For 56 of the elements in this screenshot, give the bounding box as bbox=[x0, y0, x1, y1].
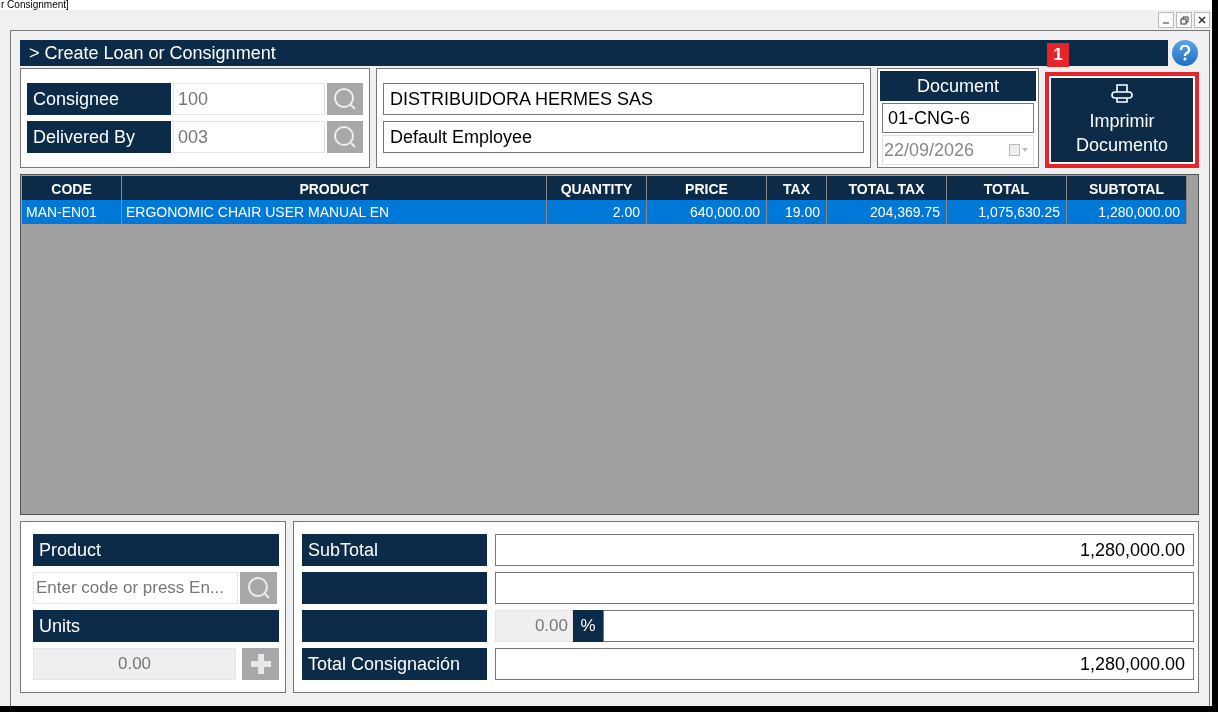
document-number-field[interactable]: 01-CNG-6 bbox=[881, 103, 1034, 134]
add-button[interactable] bbox=[242, 648, 279, 680]
units-label: Units bbox=[33, 610, 279, 642]
annotation-badge: 1 bbox=[1047, 43, 1069, 67]
minimize-button[interactable] bbox=[1158, 12, 1174, 28]
search-icon bbox=[245, 575, 272, 601]
amount-field[interactable]: 1,280,000.00 bbox=[495, 648, 1194, 680]
table-cell: ERGONOMIC CHAIR USER MANUAL EN bbox=[122, 200, 547, 224]
close-button[interactable] bbox=[1194, 12, 1210, 28]
column-header[interactable]: PRICE bbox=[647, 176, 767, 202]
total-label: Total Consignación bbox=[302, 648, 487, 680]
search-button[interactable] bbox=[240, 572, 277, 604]
product-label: Product bbox=[33, 534, 279, 566]
column-header[interactable]: TOTAL bbox=[947, 176, 1067, 202]
column-header[interactable]: TOTAL TAX bbox=[827, 176, 947, 202]
table-cell: 2.00 bbox=[547, 200, 647, 224]
units-field[interactable]: 0.00 bbox=[33, 648, 236, 680]
amount-field[interactable] bbox=[495, 572, 1194, 604]
printer-icon bbox=[1110, 83, 1134, 105]
input-field[interactable]: 003 bbox=[173, 121, 325, 153]
close-icon bbox=[1198, 16, 1206, 24]
column-header[interactable]: SUBTOTAL bbox=[1067, 176, 1187, 202]
table-cell: 640,000.00 bbox=[647, 200, 767, 224]
search-button[interactable] bbox=[326, 83, 363, 115]
table-cell: 204,369.75 bbox=[827, 200, 947, 224]
table-cell: 1,075,630.25 bbox=[947, 200, 1067, 224]
date-field[interactable]: 22/09/2026 bbox=[881, 135, 1034, 165]
name-field[interactable]: DISTRIBUIDORA HERMES SAS bbox=[383, 83, 864, 115]
search-icon bbox=[331, 86, 358, 112]
document-label: Document bbox=[879, 71, 1036, 101]
product-search-field[interactable]: Enter code or press En... bbox=[33, 572, 238, 604]
field-label: Delivered By bbox=[27, 121, 171, 153]
table-cell: 1,280,000.00 bbox=[1067, 200, 1187, 224]
table-cell: MAN-EN01 bbox=[22, 200, 122, 224]
total-label: SubTotal bbox=[302, 534, 487, 566]
calendar-icon[interactable] bbox=[1009, 144, 1029, 157]
restore-button[interactable] bbox=[1176, 12, 1192, 28]
column-header[interactable]: QUANTITY bbox=[547, 176, 647, 202]
restore-icon bbox=[1179, 15, 1189, 25]
help-icon[interactable] bbox=[1172, 40, 1198, 66]
search-icon bbox=[331, 124, 358, 150]
input-field[interactable]: 100 bbox=[173, 83, 325, 115]
field-label: Consignee bbox=[27, 83, 171, 115]
window-title: r Consignment] bbox=[0, 0, 69, 10]
print-button[interactable]: Imprimir Documento bbox=[1045, 72, 1199, 168]
column-header[interactable]: CODE bbox=[22, 176, 122, 202]
name-field[interactable]: Default Employee bbox=[383, 121, 864, 153]
column-header[interactable]: TAX bbox=[767, 176, 827, 202]
amount-field[interactable]: 1,280,000.00 bbox=[495, 534, 1194, 566]
percent-symbol: % bbox=[573, 610, 603, 642]
plus-icon bbox=[249, 653, 272, 675]
table-cell: 19.00 bbox=[767, 200, 827, 224]
search-button[interactable] bbox=[326, 121, 363, 153]
discount-field[interactable] bbox=[603, 610, 1194, 642]
percent-field[interactable]: 0.00 bbox=[495, 610, 573, 642]
column-header[interactable]: PRODUCT bbox=[122, 176, 547, 202]
